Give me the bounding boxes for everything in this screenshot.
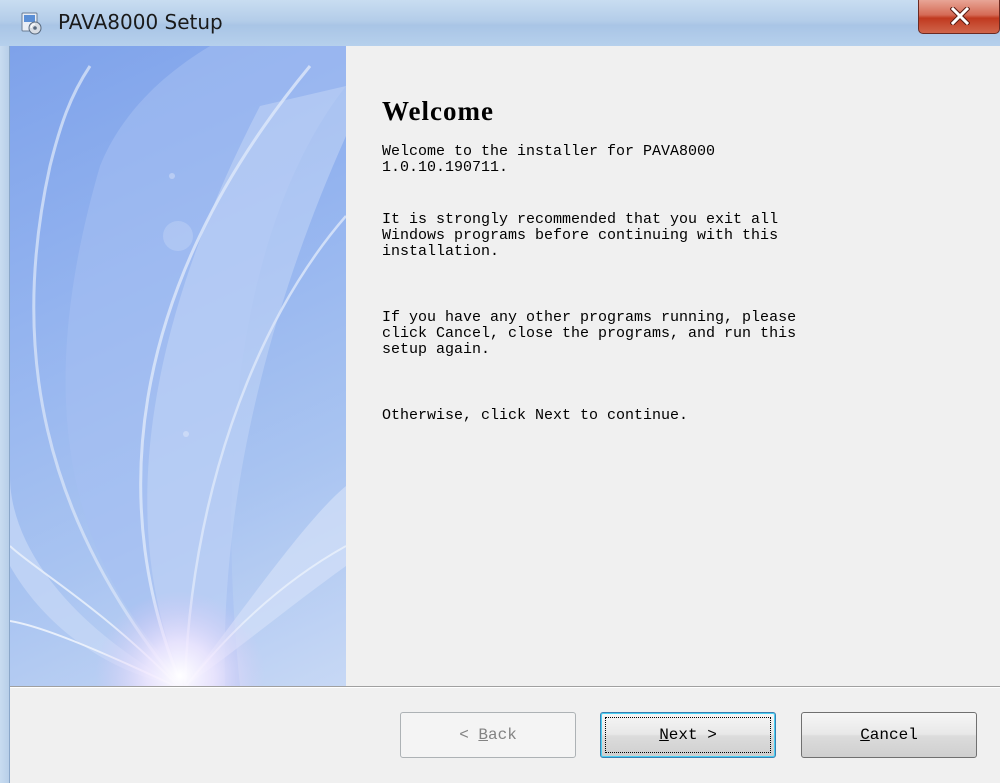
recommendation-text: It is strongly recommended that you exit… <box>382 211 779 260</box>
welcome-banner-image <box>10 46 346 686</box>
page-heading: Welcome <box>382 96 494 126</box>
setup-window: PAVA8000 Setup Welcome Welcome to the in… <box>0 0 1000 783</box>
button-area-separator <box>10 686 1000 688</box>
focus-rectangle: Next > <box>605 717 771 753</box>
continue-instructions-text: Otherwise, click Next to continue. <box>382 407 689 424</box>
close-button[interactable] <box>918 0 1000 34</box>
wizard-content: Welcome Welcome to the installer for PAV… <box>9 46 1000 783</box>
window-frame-left <box>0 46 9 783</box>
title-bar[interactable]: PAVA8000 Setup <box>0 0 1000 47</box>
close-icon <box>950 7 970 25</box>
intro-text: Welcome to the installer for PAVA8000 1.… <box>382 143 716 176</box>
installer-icon <box>19 11 43 35</box>
cancel-button[interactable]: Cancel <box>801 712 977 758</box>
cancel-instructions-text: If you have any other programs running, … <box>382 309 797 358</box>
next-button[interactable]: Next > <box>600 712 776 758</box>
back-button[interactable]: < Back <box>400 712 576 758</box>
window-title: PAVA8000 Setup <box>58 10 223 34</box>
